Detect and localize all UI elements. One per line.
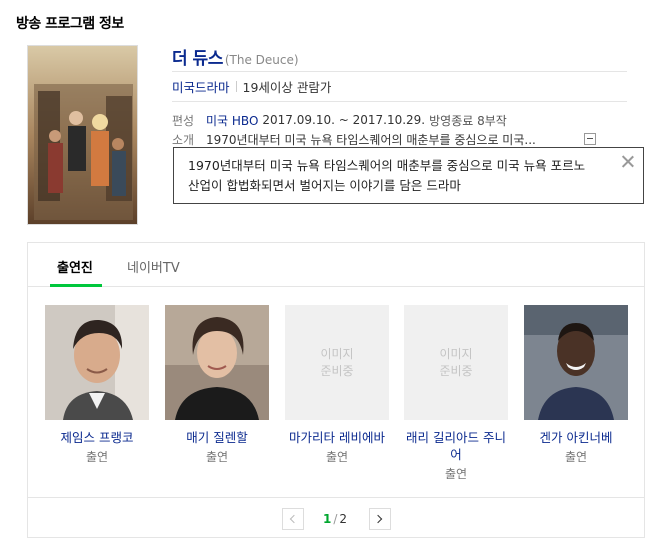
cast-name[interactable]: 래리 길리아드 주니어 — [404, 429, 508, 463]
tab-bar: 출연진 네이버TV — [28, 243, 644, 287]
tab-cast[interactable]: 출연진 — [57, 257, 93, 276]
age-rating: 19세이상 관람가 — [242, 80, 332, 95]
program-poster[interactable] — [27, 45, 138, 225]
program-title[interactable]: 더 듀스 — [172, 44, 223, 69]
placeholder-line1: 이미지 — [320, 346, 354, 361]
cast-role: 출연 — [85, 450, 109, 464]
cast-photo[interactable] — [45, 305, 149, 420]
image-placeholder[interactable]: 이미지 준비중 — [404, 305, 508, 420]
collapse-summary-button[interactable] — [584, 133, 596, 145]
summary-popup-line1: 1970년대부터 미국 뉴욕 타임스퀘어의 매춘부를 중심으로 미국 뉴욕 포르… — [188, 158, 586, 173]
section-title: 방송 프로그램 정보 — [16, 16, 124, 32]
page-indicator: 1/2 — [323, 512, 347, 526]
cast-name[interactable]: 매기 질렌할 — [165, 429, 269, 446]
summary-popup: 1970년대부터 미국 뉴욕 타임스퀘어의 매춘부를 중심으로 미국 뉴욕 포르… — [173, 147, 644, 204]
cast-photo[interactable] — [165, 305, 269, 420]
genre-link[interactable]: 미국드라마 — [172, 77, 230, 96]
placeholder-line2: 준비중 — [439, 363, 473, 378]
divider — [235, 81, 237, 92]
close-icon[interactable] — [621, 154, 635, 168]
cast-member[interactable]: 겐가 아킨너베 출연 — [524, 305, 628, 465]
pagination: 1/2 — [28, 497, 644, 538]
total-pages: 2 — [339, 512, 348, 526]
chevron-right-icon — [373, 514, 383, 524]
original-title: (The Deuce) — [224, 53, 299, 67]
placeholder-line1: 이미지 — [439, 346, 473, 361]
schedule-label: 편성 — [172, 113, 195, 128]
next-page-button[interactable] — [369, 508, 391, 530]
summary-popup-line2: 산업이 합법화되면서 벌어지는 이야기를 담은 드라마 — [188, 178, 461, 193]
meta-row: 미국드라마 19세이상 관람가 — [172, 72, 627, 102]
schedule-row: 편성 미국 HBO 2017.09.10. ~ 2017.10.29. 방영종료… — [172, 111, 627, 129]
cast-photo[interactable] — [524, 305, 628, 420]
title-row: 더 듀스 (The Deuce) — [172, 44, 627, 72]
chevron-left-icon — [289, 514, 299, 524]
cast-member[interactable]: 이미지 준비중 마가리타 레비에바 출연 — [285, 305, 389, 465]
cast-role: 출연 — [205, 450, 229, 464]
prev-page-button[interactable] — [282, 508, 304, 530]
cast-name[interactable]: 제임스 프랭코 — [45, 429, 149, 446]
cast-member[interactable]: 이미지 준비중 래리 길리아드 주니어 출연 — [404, 305, 508, 482]
summary-label: 소개 — [172, 132, 195, 147]
page-separator: / — [333, 512, 338, 526]
tab-navertv[interactable]: 네이버TV — [127, 257, 180, 276]
network-link[interactable]: 미국 HBO — [206, 112, 258, 129]
program-info: 더 듀스 (The Deuce) 미국드라마 19세이상 관람가 편성 미국 H… — [172, 44, 627, 149]
cast-name[interactable]: 마가리타 레비에바 — [285, 429, 389, 446]
air-dates: 2017.09.10. ~ 2017.10.29. — [262, 113, 426, 127]
active-tab-indicator — [50, 284, 102, 287]
cast-panel: 출연진 네이버TV 제임스 프랭코 출연 매기 질렌할 출연 이미지 준비중 마… — [27, 242, 645, 538]
cast-role: 출연 — [444, 467, 468, 481]
placeholder-line2: 준비중 — [320, 363, 354, 378]
cast-member[interactable]: 매기 질렌할 출연 — [165, 305, 269, 465]
cast-list: 제임스 프랭코 출연 매기 질렌할 출연 이미지 준비중 마가리타 레비에바 출… — [45, 305, 635, 481]
summary-row: 소개 1970년대부터 미국 뉴욕 타임스퀘어의 매춘부를 중심으로 미국... — [172, 129, 627, 149]
summary-text: 1970년대부터 미국 뉴욕 타임스퀘어의 매춘부를 중심으로 미국... — [206, 132, 536, 147]
air-status: 방영종료 8부작 — [429, 113, 507, 128]
image-placeholder[interactable]: 이미지 준비중 — [285, 305, 389, 420]
cast-role: 출연 — [564, 450, 588, 464]
cast-name[interactable]: 겐가 아킨너베 — [524, 429, 628, 446]
cast-member[interactable]: 제임스 프랭코 출연 — [45, 305, 149, 465]
current-page: 1 — [323, 512, 332, 526]
cast-role: 출연 — [325, 450, 349, 464]
